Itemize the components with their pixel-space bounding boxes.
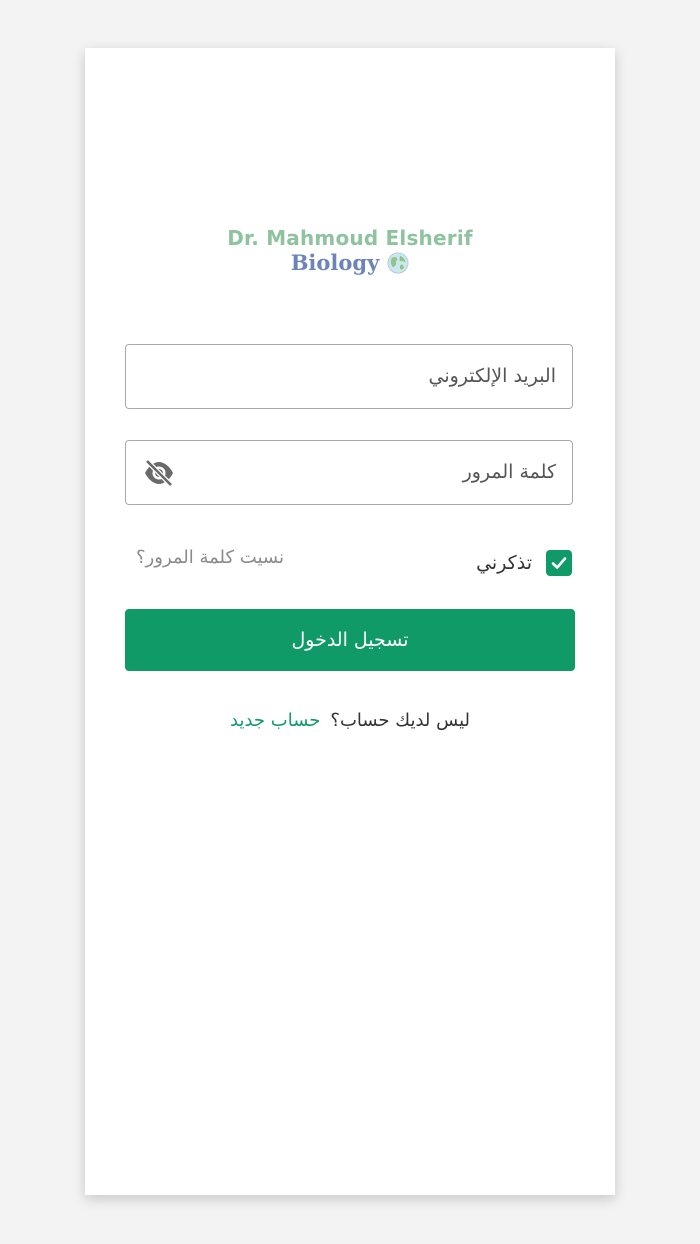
logo-subtitle-row: Biology bbox=[85, 250, 615, 276]
remember-me[interactable]: تذكرني bbox=[476, 550, 572, 576]
eye-off-icon[interactable] bbox=[142, 458, 176, 488]
checkmark-icon bbox=[551, 557, 567, 569]
email-field[interactable]: البريد الإلكتروني bbox=[125, 344, 573, 409]
remember-me-label: تذكرني bbox=[476, 552, 532, 574]
globe-icon bbox=[387, 252, 409, 274]
signup-prompt: ليس لديك حساب؟ bbox=[330, 710, 470, 731]
login-button[interactable]: تسجيل الدخول bbox=[125, 609, 575, 671]
password-field[interactable]: كلمة المرور bbox=[125, 440, 573, 505]
logo-title: Dr. Mahmoud Elsherif bbox=[227, 226, 473, 250]
logo: Dr. Mahmoud Elsherif Biology bbox=[85, 226, 615, 276]
signup-link[interactable]: حساب جديد bbox=[230, 710, 320, 731]
login-card: Dr. Mahmoud Elsherif Biology البريد الإل… bbox=[85, 48, 615, 1195]
logo-subtitle: Biology bbox=[290, 250, 380, 275]
password-field-label: كلمة المرور bbox=[462, 461, 556, 483]
signup-row: ليس لديك حساب؟ حساب جديد bbox=[85, 710, 615, 731]
remember-me-checkbox[interactable] bbox=[546, 550, 572, 576]
forgot-password-link[interactable]: نسيت كلمة المرور؟ bbox=[136, 547, 284, 568]
email-field-label: البريد الإلكتروني bbox=[428, 365, 557, 387]
